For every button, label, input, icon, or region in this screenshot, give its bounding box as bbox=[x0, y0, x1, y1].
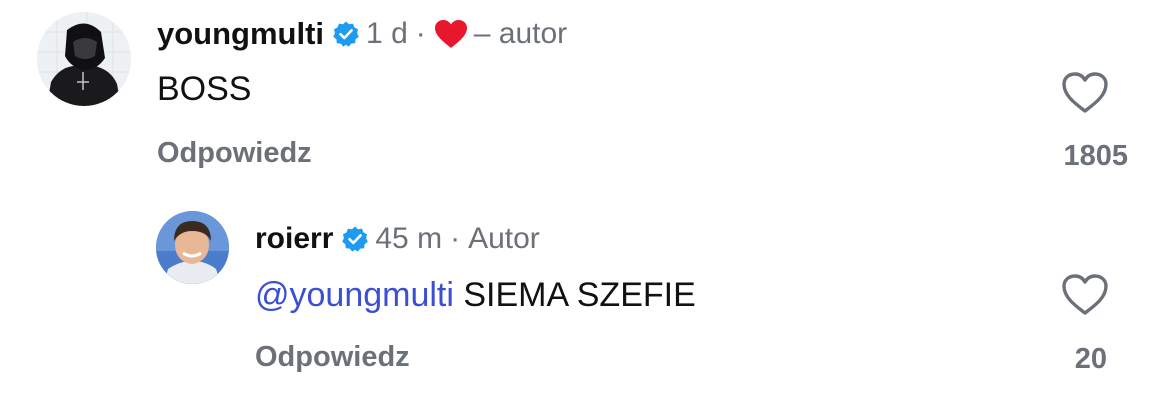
username[interactable]: youngmulti bbox=[157, 16, 324, 52]
heart-outline-icon[interactable] bbox=[1060, 70, 1110, 116]
mention-link[interactable]: @youngmulti bbox=[255, 276, 454, 314]
separator-dot: · bbox=[450, 222, 461, 255]
comment-header: youngmulti 1 d · – autor bbox=[157, 12, 567, 56]
heart-outline-icon[interactable] bbox=[1060, 272, 1110, 318]
reply-button[interactable]: Odpowiedz bbox=[157, 137, 312, 170]
avatar[interactable] bbox=[37, 12, 131, 106]
reply-button[interactable]: Odpowiedz bbox=[255, 341, 410, 374]
username[interactable]: roierr bbox=[255, 222, 333, 256]
avatar[interactable] bbox=[156, 211, 229, 284]
timestamp: 1 d bbox=[366, 17, 408, 50]
verified-badge-icon bbox=[341, 225, 369, 253]
reply-body: SIEMA SZEFIE bbox=[453, 276, 696, 314]
author-label: – autor bbox=[473, 17, 568, 50]
liked-by-author-heart-icon bbox=[434, 19, 468, 49]
timestamp: 45 m bbox=[375, 222, 443, 255]
separator-dot: · bbox=[415, 17, 426, 50]
comment-text: BOSS bbox=[157, 70, 252, 108]
like-count: 20 bbox=[1074, 343, 1107, 375]
like-count: 1805 bbox=[1063, 140, 1128, 172]
verified-badge-icon bbox=[332, 20, 360, 48]
author-label: Autor bbox=[468, 222, 540, 255]
reply-text: @youngmulti SIEMA SZEFIE bbox=[255, 276, 696, 315]
reply-header: roierr 45 m · Autor bbox=[255, 217, 540, 261]
